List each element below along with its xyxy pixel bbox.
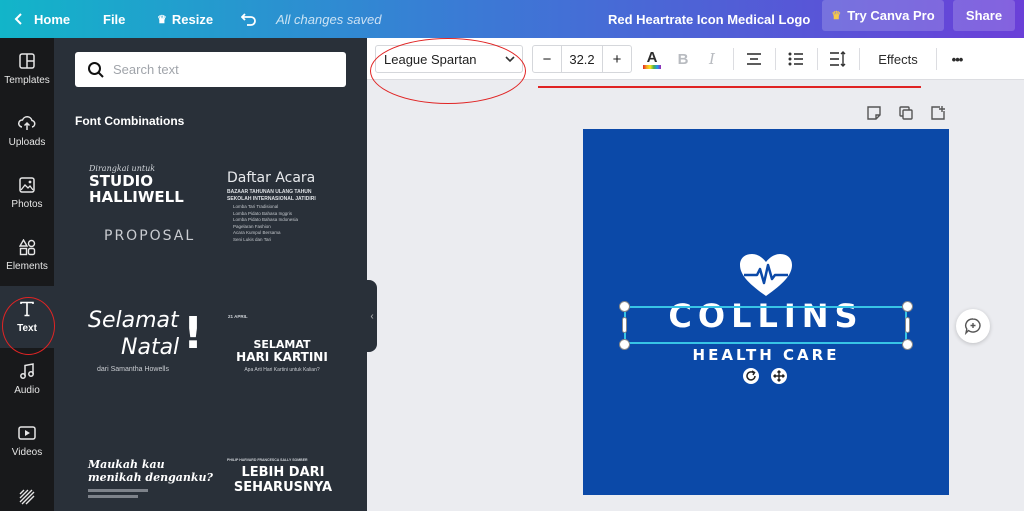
move-button[interactable] [771,368,787,384]
resize-handle-right[interactable] [905,317,910,333]
heartbeat-heart-icon[interactable] [739,253,793,297]
templates-icon [18,52,36,70]
move-arrows-icon [773,370,785,382]
more-options-button[interactable]: ••• [945,45,969,73]
duplicate-icon [899,106,913,120]
text-color-icon: A [646,48,658,66]
text-color-button[interactable]: A [641,45,663,73]
search-input[interactable] [113,62,313,77]
rail-item-background[interactable] [0,472,54,511]
file-menu[interactable]: File [103,0,125,38]
font-combination-card[interactable]: Dirangkai untuk STUDIO HALLIWELL PROPOSA… [87,164,217,274]
annotation-circle-text-tab [2,297,55,355]
rail-item-templates[interactable]: Templates [0,38,54,100]
align-center-button[interactable] [743,45,765,73]
resize-handle-top-right[interactable] [902,301,913,312]
top-bar: Home File ♛ Resize All changes saved Red… [0,0,1024,38]
page-notes-button[interactable] [865,104,883,122]
annotation-circle-font [370,38,526,104]
add-page-button[interactable] [929,104,947,122]
resize-button[interactable]: ♛ Resize [157,0,213,38]
design-canvas[interactable]: COLLINS HEALTH CARE [583,129,949,495]
undo-icon [241,13,256,26]
share-button[interactable]: Share [953,0,1015,31]
rotate-icon [746,370,756,381]
document-title[interactable]: Red Heartrate Icon Medical Logo [608,0,810,38]
decrease-font-size-button[interactable]: − [533,46,561,72]
music-note-icon [18,362,36,380]
annotation-underline-toolbar [538,86,921,88]
rail-item-uploads[interactable]: Uploads [0,100,54,162]
font-combination-card[interactable]: Selamat Natal ! dari Samantha Howells [87,308,217,418]
font-combination-card[interactable]: 21 APRIL SELAMAT HARI KARTINI Apa Arti H… [227,314,347,424]
home-button[interactable]: Home [14,0,70,38]
collapse-panel-tab[interactable]: ‹ [367,280,377,352]
logo-subtitle-text[interactable]: HEALTH CARE [583,346,949,364]
font-combination-card[interactable]: Maukah kau menikah denganku? [87,458,217,511]
font-combination-card[interactable]: Daftar Acara BAZAAR TAHUNAN ULANG TAHUN … [227,170,347,280]
save-status: All changes saved [276,11,382,27]
add-page-icon [931,106,945,120]
line-spacing-icon [830,51,846,67]
chevron-left-icon [14,13,22,25]
rail-item-videos[interactable]: Videos [0,410,54,472]
font-size-input[interactable]: 32.2 [561,46,603,72]
shapes-icon [18,238,36,256]
note-icon [867,106,881,120]
try-canva-pro-button[interactable]: ♛ Try Canva Pro [822,0,944,31]
background-pattern-icon [18,488,36,506]
video-icon [18,424,36,442]
font-size-control: − 32.2 + [532,45,632,73]
photo-icon [18,176,36,194]
resize-handle-bottom-left[interactable] [619,339,630,350]
duplicate-page-button[interactable] [897,104,915,122]
crown-icon: ♛ [157,13,167,26]
bullet-list-button[interactable] [785,45,807,73]
comment-plus-icon [964,318,981,335]
search-icon [88,61,104,78]
add-comment-button[interactable] [956,309,990,343]
spacing-button[interactable] [827,45,849,73]
cloud-upload-icon [18,114,36,132]
effects-button[interactable]: Effects [869,45,927,73]
resize-handle-top-left[interactable] [619,301,630,312]
resize-handle-bottom-right[interactable] [902,339,913,350]
increase-font-size-button[interactable]: + [603,46,631,72]
resize-handle-left[interactable] [622,317,627,333]
undo-button[interactable] [241,0,257,38]
font-combination-card[interactable]: PHILIP HARVARD FRANCESCA SALLY SOMBER LE… [227,458,347,511]
align-center-icon [747,53,761,65]
italic-button[interactable]: I [702,45,722,73]
rail-item-audio[interactable]: Audio [0,348,54,410]
crown-icon: ♛ [831,10,842,22]
bold-button[interactable]: B [673,45,693,73]
search-box[interactable] [75,52,346,87]
text-panel: Font Combinations Dirangkai untuk STUDIO… [54,38,367,511]
text-selection-box [624,306,907,344]
list-icon [788,52,803,66]
rail-item-elements[interactable]: Elements [0,224,54,286]
chevron-left-icon: ‹ [370,310,374,322]
font-combinations-heading: Font Combinations [75,114,185,128]
rotate-button[interactable] [743,368,759,384]
rail-item-photos[interactable]: Photos [0,162,54,224]
side-rail: Templates Uploads Photos Elements Text A… [0,38,54,511]
